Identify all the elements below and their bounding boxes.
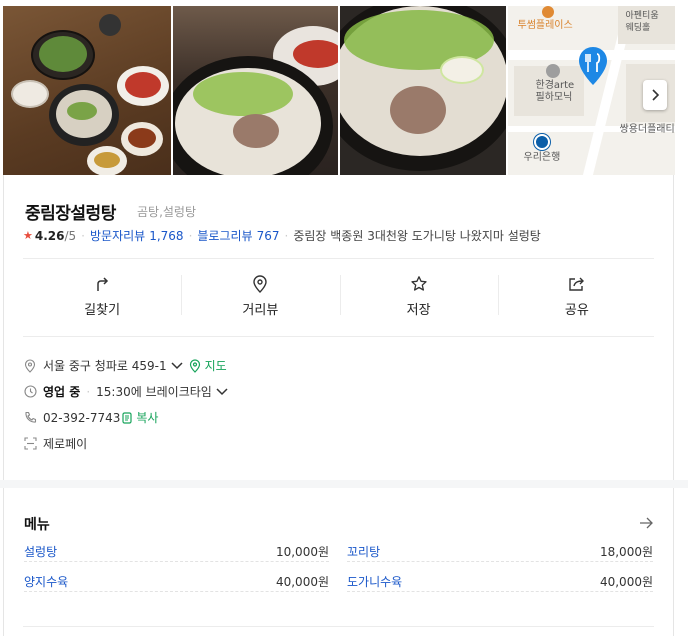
share-icon bbox=[569, 277, 584, 291]
visitor-review-link[interactable]: 방문자리뷰 bbox=[90, 227, 145, 244]
menu-section: 메뉴 설렁탕 10,000원 꼬리탕 18,000원 양지수육 40,000원 … bbox=[3, 488, 674, 636]
scan-icon bbox=[23, 437, 37, 451]
divider bbox=[23, 336, 654, 337]
section-gap bbox=[0, 480, 688, 488]
photo-soup-bowl[interactable] bbox=[172, 6, 338, 175]
rating-value: 4.26 bbox=[34, 228, 65, 243]
menu-item-price: 10,000원 bbox=[275, 545, 329, 559]
copy-label: 복사 bbox=[136, 411, 159, 425]
chevron-right-icon bbox=[652, 89, 660, 101]
divider bbox=[23, 626, 654, 627]
payment-method: 제로페이 bbox=[43, 437, 88, 451]
place-info-card: 중림장설렁탕 곰탕,설렁탕 ★ 4.26 /5 · 방문자리뷰 1,768 · … bbox=[3, 175, 674, 480]
location-pin-icon bbox=[23, 358, 37, 373]
location-map[interactable]: 투썸플레이스 아펜티움 웨딩홀 한경arte 필하모닉 쌍용더플래티 우리은행 bbox=[507, 6, 675, 175]
menu-item-name: 설렁탕 bbox=[24, 545, 58, 559]
map-pin-icon bbox=[189, 358, 200, 373]
map-label-twosome: 투썸플레이스 bbox=[517, 20, 573, 31]
phone-number[interactable]: 02-392-7743 bbox=[43, 411, 120, 425]
share-button[interactable]: 공유 bbox=[497, 271, 656, 323]
map-label-hall: 한경arte 필하모닉 bbox=[535, 80, 575, 103]
menu-item[interactable]: 꼬리탕 18,000원 bbox=[347, 542, 653, 562]
blog-review-link[interactable]: 블로그리뷰 bbox=[197, 227, 252, 244]
restaurant-pin-icon[interactable] bbox=[578, 46, 608, 86]
place-name: 중림장설렁탕 bbox=[25, 204, 116, 224]
place-category: 곰탕,설렁탕 bbox=[137, 205, 197, 219]
menu-title: 메뉴 bbox=[24, 517, 50, 533]
business-hours: 15:30에 브레이크타임 bbox=[96, 385, 212, 399]
star-icon bbox=[410, 276, 427, 291]
map-label-ssangyong: 쌍용더플래티 bbox=[619, 124, 675, 135]
meta-separator: · bbox=[81, 228, 85, 243]
map-label-bank: 우리은행 bbox=[523, 152, 561, 163]
place-description: 중림장 백종원 3대천왕 도가니탕 나왔지마 설렁탕 bbox=[293, 229, 541, 243]
meta-separator: · bbox=[188, 228, 193, 243]
blog-review-count[interactable]: 767 bbox=[257, 229, 280, 243]
copy-button[interactable]: 복사 bbox=[122, 409, 158, 426]
menu-item-price: 18,000원 bbox=[599, 545, 653, 559]
street-view-label: 거리뷰 bbox=[242, 303, 279, 318]
share-label: 공유 bbox=[564, 303, 589, 318]
photo-table-spread[interactable] bbox=[3, 6, 171, 175]
rating-star-icon: ★ bbox=[23, 229, 33, 242]
copy-icon bbox=[122, 411, 132, 424]
hours-row: 영업 중 · 15:30에 브레이크타임 bbox=[23, 383, 228, 400]
address-row: 서울 중구 청파로 459-1 지도 bbox=[23, 357, 227, 374]
map-next-button[interactable] bbox=[643, 80, 667, 110]
map-label-wedding-hall: 아펜티움 웨딩홀 bbox=[625, 11, 659, 33]
landmark-icon bbox=[545, 64, 560, 78]
menu-more-button[interactable] bbox=[639, 514, 653, 533]
menu-item[interactable]: 설렁탕 10,000원 bbox=[24, 542, 329, 562]
menu-item-price: 40,000원 bbox=[599, 575, 653, 589]
action-bar: 길찾기 거리뷰 저장 공유 bbox=[23, 271, 656, 323]
menu-item[interactable]: 양지수육 40,000원 bbox=[24, 572, 329, 592]
phone-icon bbox=[23, 411, 37, 425]
meta-separator: · bbox=[284, 228, 289, 243]
hours-expand-button[interactable] bbox=[216, 387, 228, 396]
menu-item-name: 꼬리탕 bbox=[347, 545, 381, 559]
cafe-icon bbox=[541, 6, 554, 18]
menu-item-price: 40,000원 bbox=[275, 575, 329, 589]
meta-separator: · bbox=[86, 384, 91, 399]
address-text: 서울 중구 청파로 459-1 bbox=[43, 359, 167, 373]
chevron-down-icon bbox=[216, 387, 228, 395]
map-link-label: 지도 bbox=[204, 359, 227, 373]
menu-item-name: 양지수육 bbox=[24, 575, 69, 589]
map-link[interactable]: 지도 bbox=[189, 357, 227, 374]
menu-item-name: 도가니수육 bbox=[347, 575, 403, 589]
address-expand-button[interactable] bbox=[171, 361, 183, 370]
location-pin-icon bbox=[253, 275, 268, 293]
divider bbox=[23, 258, 654, 259]
bank-icon bbox=[533, 134, 550, 150]
menu-item[interactable]: 도가니수육 40,000원 bbox=[347, 572, 653, 592]
photo-soup-closeup[interactable] bbox=[340, 6, 506, 175]
phone-row: 02-392-7743 복사 bbox=[23, 409, 158, 426]
save-button[interactable]: 저장 bbox=[339, 271, 498, 323]
save-label: 저장 bbox=[406, 303, 431, 318]
directions-button[interactable]: 길찾기 bbox=[23, 271, 181, 323]
place-meta-row: ★ 4.26 /5 · 방문자리뷰 1,768 · 블로그리뷰 767 · 중림… bbox=[23, 227, 541, 244]
visitor-review-count[interactable]: 1,768 bbox=[149, 229, 183, 243]
chevron-down-icon bbox=[171, 361, 183, 369]
payment-row: 제로페이 bbox=[23, 435, 87, 452]
photo-strip: 투썸플레이스 아펜티움 웨딩홀 한경arte 필하모닉 쌍용더플래티 우리은행 bbox=[3, 6, 675, 175]
clock-icon bbox=[23, 385, 37, 399]
directions-icon bbox=[97, 277, 109, 291]
arrow-right-icon bbox=[640, 517, 653, 529]
rating-max: /5 bbox=[64, 228, 77, 243]
business-status: 영업 중 bbox=[43, 385, 81, 399]
directions-label: 길찾기 bbox=[84, 303, 121, 318]
street-view-button[interactable]: 거리뷰 bbox=[181, 271, 339, 323]
